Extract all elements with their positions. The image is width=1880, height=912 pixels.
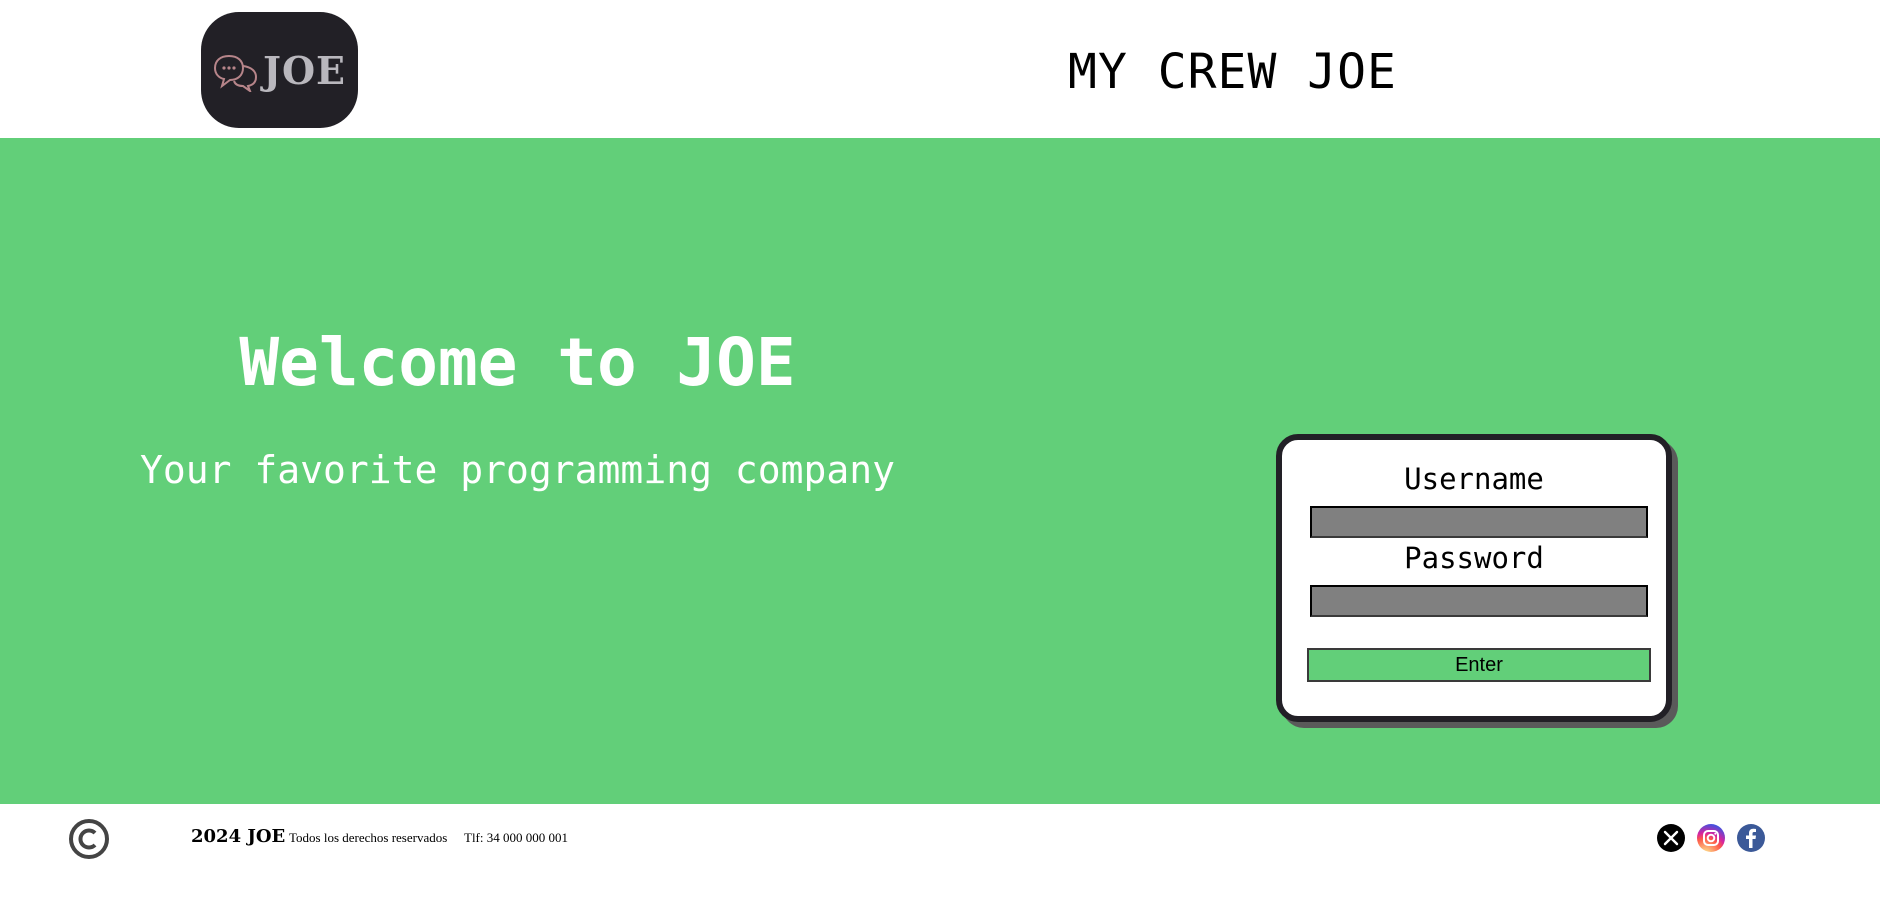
footer-rights: Todos los derechos reservados xyxy=(289,830,448,845)
enter-button[interactable]: Enter xyxy=(1307,648,1651,682)
x-icon[interactable] xyxy=(1657,824,1685,852)
tagline: Your favorite programming company xyxy=(140,448,895,492)
footer-phone: Tlf: 34 000 000 001 xyxy=(464,830,568,845)
welcome-heading: Welcome to JOE xyxy=(239,324,796,401)
login-form: Username Password Enter xyxy=(1276,434,1672,722)
logo-text: JOE xyxy=(262,47,347,93)
username-input[interactable] xyxy=(1310,506,1648,538)
site-header: JOE MY CREW JOE xyxy=(0,0,1880,138)
instagram-icon[interactable] xyxy=(1697,824,1725,852)
copyright-icon xyxy=(69,819,109,859)
password-label: Password xyxy=(1404,541,1544,575)
username-label: Username xyxy=(1404,462,1544,496)
site-footer: 2024 JOE Todos los derechos reservados T… xyxy=(0,804,1880,912)
facebook-icon[interactable] xyxy=(1737,824,1765,852)
hero-section: Welcome to JOE Your favorite programming… xyxy=(0,138,1880,804)
site-title: MY CREW JOE xyxy=(1068,44,1397,100)
chat-bubbles-icon xyxy=(213,54,257,92)
footer-brand: 2024 JOE xyxy=(191,826,286,847)
logo[interactable]: JOE xyxy=(201,12,358,128)
password-input[interactable] xyxy=(1310,585,1648,617)
